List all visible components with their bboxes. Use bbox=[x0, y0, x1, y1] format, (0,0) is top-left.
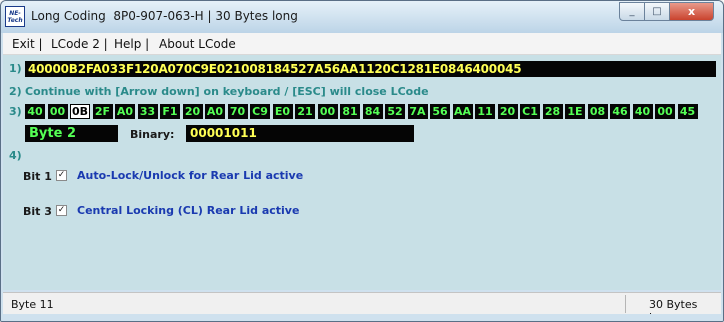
byte-cell[interactable]: E0 bbox=[272, 104, 293, 119]
coding-panel: 1) 40000B2FA033F120A070C9E021008184527A5… bbox=[3, 55, 721, 290]
maximize-icon: □ bbox=[652, 6, 662, 17]
navigation-hint: Continue with [Arrow down] on keyboard /… bbox=[25, 85, 429, 98]
byte-cell[interactable]: 81 bbox=[340, 104, 360, 119]
menu-exit[interactable]: Exit | bbox=[12, 37, 43, 51]
binary-label: Binary: bbox=[130, 128, 175, 141]
close-icon: x bbox=[687, 5, 696, 18]
binary-value-field: 00001011 bbox=[186, 125, 414, 142]
byte-cell[interactable]: 84 bbox=[362, 104, 383, 119]
menu-about[interactable]: About LCode bbox=[159, 37, 236, 51]
close-button[interactable]: x bbox=[669, 2, 714, 21]
title-bar[interactable]: NE- Tech Long Coding 8P0-907-063-H | 30 … bbox=[1, 1, 723, 33]
menu-bar: Exit | LCode 2 | Help | About LCode bbox=[3, 33, 721, 55]
byte-cell[interactable]: 46 bbox=[610, 104, 630, 119]
byte-cell[interactable]: C9 bbox=[250, 104, 270, 119]
bit-3-checkbox[interactable]: ✓ bbox=[56, 205, 67, 216]
byte-cell[interactable]: 21 bbox=[295, 104, 315, 119]
byte-cell[interactable]: 00 bbox=[47, 104, 68, 119]
byte-cell[interactable]: A0 bbox=[205, 104, 225, 119]
maximize-button[interactable]: □ bbox=[644, 2, 670, 21]
status-current-byte: Byte 11 bbox=[11, 298, 54, 311]
byte-cell[interactable]: 20 bbox=[497, 104, 518, 119]
selected-byte-label: Byte 2 bbox=[25, 125, 118, 142]
step-3-number: 3) bbox=[9, 105, 22, 118]
step-2-number: 2) bbox=[9, 85, 22, 98]
window-title: Long Coding 8P0-907-063-H | 30 Bytes lon… bbox=[31, 9, 298, 23]
byte-cell[interactable]: 56 bbox=[430, 104, 450, 119]
menu-help[interactable]: Help | bbox=[114, 37, 149, 51]
lcode-window: NE- Tech Long Coding 8P0-907-063-H | 30 … bbox=[0, 0, 724, 322]
check-icon: ✓ bbox=[57, 170, 66, 180]
byte-cell[interactable]: 1E bbox=[565, 104, 585, 119]
bit-3-description: Central Locking (CL) Rear Lid active bbox=[77, 204, 300, 217]
byte-cell[interactable]: 28 bbox=[542, 104, 563, 119]
byte-cell[interactable]: 08 bbox=[587, 104, 608, 119]
status-bar: Byte 11 30 Bytes long bbox=[3, 292, 721, 321]
byte-cell[interactable]: F1 bbox=[160, 104, 180, 119]
menu-lcode2[interactable]: LCode 2 | bbox=[51, 37, 108, 51]
byte-cell[interactable]: 00 bbox=[317, 104, 338, 119]
step-1-number: 1) bbox=[9, 62, 22, 75]
long-code-field[interactable]: 40000B2FA033F120A070C9E021008184527A56AA… bbox=[25, 61, 716, 77]
window-bottom-frame bbox=[1, 314, 723, 321]
minimize-icon: _ bbox=[629, 6, 635, 17]
byte-cell[interactable]: 2F bbox=[92, 104, 113, 119]
byte-cell[interactable]: 40 bbox=[25, 104, 45, 119]
byte-cell[interactable]: 33 bbox=[137, 104, 158, 119]
byte-cell[interactable]: C1 bbox=[520, 104, 540, 119]
byte-cell[interactable]: 45 bbox=[677, 104, 698, 119]
byte-cell[interactable]: 7A bbox=[407, 104, 428, 119]
bit-1-description: Auto-Lock/Unlock for Rear Lid active bbox=[77, 169, 304, 182]
byte-cell[interactable]: 0B bbox=[70, 104, 90, 119]
byte-cell[interactable]: 20 bbox=[182, 104, 203, 119]
app-logo-icon: NE- Tech bbox=[5, 6, 25, 27]
byte-cell[interactable]: 70 bbox=[227, 104, 248, 119]
check-icon: ✓ bbox=[57, 205, 66, 215]
bit-3-label: Bit 3 bbox=[23, 205, 52, 218]
byte-cell[interactable]: A0 bbox=[115, 104, 135, 119]
status-divider bbox=[625, 295, 626, 313]
byte-cell[interactable]: 40 bbox=[632, 104, 653, 119]
byte-cell[interactable]: 52 bbox=[385, 104, 405, 119]
step-4-number: 4) bbox=[9, 149, 22, 162]
minimize-button[interactable]: _ bbox=[619, 2, 645, 21]
byte-cell[interactable]: 11 bbox=[475, 104, 495, 119]
byte-cell[interactable]: AA bbox=[452, 104, 473, 119]
logo-text-top: NE- bbox=[9, 9, 21, 17]
byte-cell[interactable]: 00 bbox=[655, 104, 675, 119]
bit-1-label: Bit 1 bbox=[23, 170, 52, 183]
logo-text-bottom: Tech bbox=[7, 16, 23, 24]
bit-1-checkbox[interactable]: ✓ bbox=[56, 170, 67, 181]
